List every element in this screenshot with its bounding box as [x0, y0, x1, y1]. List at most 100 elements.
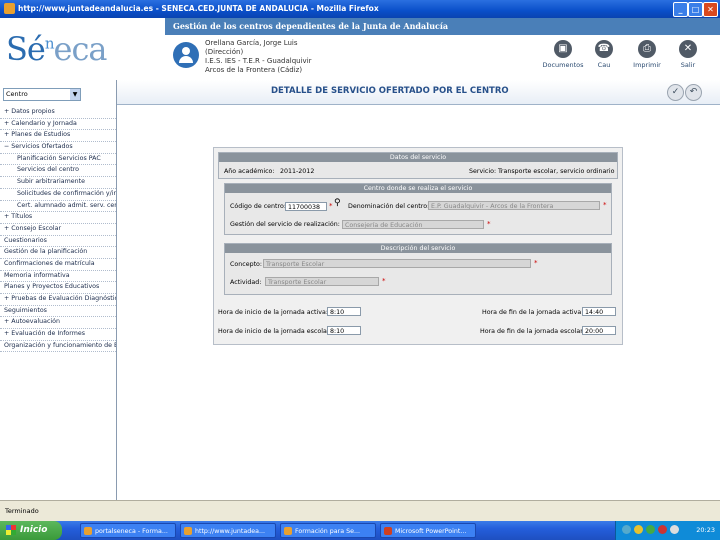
- sidebar-item[interactable]: + Consejo Escolar: [0, 224, 116, 236]
- required-mark: *: [487, 220, 491, 228]
- taskbar-item[interactable]: Microsoft PowerPoint...: [380, 523, 476, 538]
- profile-select[interactable]: Centro ▼: [3, 88, 81, 101]
- sidebar-item[interactable]: Gestión de la planificación: [0, 247, 116, 259]
- sidebar-item[interactable]: + Planes de Estudios: [0, 130, 116, 143]
- documents-button[interactable]: ▣ Documentos: [541, 40, 585, 69]
- status-text: Terminado: [5, 507, 39, 515]
- search-icon[interactable]: ⚲: [334, 198, 341, 208]
- sidebar-item[interactable]: Cuestionarios: [0, 236, 116, 248]
- sidebar-item[interactable]: + Pruebas de Evaluación Diagnóstica: [0, 294, 116, 306]
- chevron-down-icon[interactable]: ▼: [70, 89, 80, 100]
- codigo-label: Código de centro:: [230, 203, 286, 210]
- documents-icon: ▣: [554, 40, 572, 58]
- firefox-icon: [84, 527, 92, 535]
- user-center: I.E.S. IES - T.E.R - Guadalquivir: [205, 57, 312, 65]
- main-content: DETALLE DE SERVICIO OFERTADO POR EL CENT…: [117, 80, 720, 500]
- user-role: (Dirección): [205, 48, 244, 56]
- cau-button[interactable]: ☎ Cau: [582, 40, 626, 69]
- required-mark: *: [329, 202, 333, 210]
- browser-statusbar: Terminado: [0, 500, 720, 522]
- user-avatar-icon: [173, 42, 199, 68]
- accept-icon[interactable]: ✓: [667, 84, 684, 101]
- inicio-escolar-input[interactable]: 8:10: [327, 326, 361, 335]
- sidebar-subitem[interactable]: Servicios del centro: [0, 165, 116, 178]
- app-header: Gestión de los centros dependientes de l…: [0, 18, 720, 80]
- windows-logo-icon: [6, 525, 16, 535]
- exit-button[interactable]: ✕ Salir: [666, 40, 710, 69]
- codigo-input[interactable]: 11700038: [285, 202, 327, 211]
- sidebar-item[interactable]: Memoria informativa: [0, 271, 116, 283]
- minimize-button[interactable]: _: [673, 2, 688, 17]
- inicio-activa-input[interactable]: 8:10: [327, 307, 361, 316]
- section-title: Centro donde se realiza el servicio: [225, 184, 611, 193]
- sidebar: Centro ▼ + Datos propios + Calendario y …: [0, 80, 117, 500]
- window-titlebar: http://www.juntadeandalucia.es - SENECA.…: [0, 0, 720, 18]
- system-tray: 20:23: [615, 521, 720, 540]
- sidebar-item[interactable]: + Datos propios: [0, 107, 116, 119]
- firefox-icon: [184, 527, 192, 535]
- taskbar-item[interactable]: http://www.juntadea...: [180, 523, 276, 538]
- seneca-logo[interactable]: Séneca: [6, 30, 107, 68]
- maximize-button[interactable]: □: [688, 2, 703, 17]
- window-title: http://www.juntadeandalucia.es - SENECA.…: [18, 4, 379, 13]
- anio-label: Año académico:: [224, 168, 275, 175]
- sidebar-subitem[interactable]: Solicitudes de confirmación y/ine: [0, 189, 116, 201]
- folder-icon: [284, 527, 292, 535]
- sidebar-item[interactable]: + Títulos: [0, 212, 116, 224]
- taskbar-item[interactable]: portalseneca - Forma...: [80, 523, 176, 538]
- required-mark: *: [382, 277, 386, 285]
- sidebar-item[interactable]: Seguimientos: [0, 306, 116, 318]
- start-button[interactable]: Inicio: [0, 521, 62, 540]
- taskbar-item[interactable]: Formación para Se...: [280, 523, 376, 538]
- inicio-activa-label: Hora de inicio de la jornada activa:: [218, 309, 328, 316]
- section-title: Descripción del servicio: [225, 244, 611, 253]
- language-icon[interactable]: [622, 525, 631, 534]
- fin-escolar-label: Hora de fin de la jornada escolar:: [480, 328, 585, 335]
- tray-icon[interactable]: [646, 525, 655, 534]
- page-title: DETALLE DE SERVICIO OFERTADO POR EL CENT…: [271, 86, 509, 96]
- inicio-escolar-label: Hora de inicio de la jornada escolar:: [218, 328, 332, 335]
- sidebar-item[interactable]: Confirmaciones de matrícula: [0, 259, 116, 271]
- concepto-input: Transporte Escolar: [263, 259, 531, 268]
- band-title: Gestión de los centros dependientes de l…: [173, 21, 449, 31]
- sidebar-item[interactable]: + Evaluación de Informes: [0, 329, 116, 341]
- clock: 20:23: [696, 526, 715, 534]
- fin-activa-input[interactable]: 14:40: [582, 307, 616, 316]
- required-mark: *: [603, 201, 607, 209]
- windows-taskbar: Inicio portalseneca - Forma... http://ww…: [0, 521, 720, 540]
- volume-icon[interactable]: [670, 525, 679, 534]
- sidebar-subitem[interactable]: Planificación Servicios PAC: [0, 154, 116, 166]
- servicio-label: Servicio:: [469, 168, 497, 175]
- gestion-select: Consejería de Educación: [342, 220, 484, 229]
- sidebar-subitem[interactable]: Cert. alumnado admit. serv. certi: [0, 201, 116, 213]
- sidebar-item[interactable]: + Calendario y Jornada: [0, 119, 116, 131]
- servicio-value: Transporte escolar, servicio ordinario: [498, 168, 615, 175]
- user-location: Arcos de la Frontera (Cádiz): [205, 66, 303, 74]
- sidebar-item[interactable]: Planes y Proyectos Educativos: [0, 282, 116, 294]
- sidebar-menu: + Datos propios + Calendario y Jornada +…: [0, 107, 116, 353]
- page-title-bar: DETALLE DE SERVICIO OFERTADO POR EL CENT…: [117, 80, 720, 105]
- gestion-label: Gestión del servicio de realización:: [230, 221, 340, 228]
- concepto-label: Concepto:: [230, 261, 263, 268]
- required-mark: *: [534, 259, 538, 267]
- fin-escolar-input[interactable]: 20:00: [582, 326, 616, 335]
- user-info: Orellana García, Jorge Luis (Dirección) …: [205, 39, 312, 75]
- denominacion-label: Denominación del centro:: [348, 203, 430, 210]
- sidebar-item[interactable]: − Servicios Ofertados: [0, 142, 116, 154]
- powerpoint-icon: [384, 527, 392, 535]
- print-button[interactable]: ⎙ Imprimir: [625, 40, 669, 69]
- actividad-input: Transporte Escolar: [265, 277, 379, 286]
- denominacion-input: E.P. Guadalquivir - Arcos de la Frontera: [428, 201, 600, 210]
- section-title: Datos del servicio: [219, 153, 617, 162]
- tray-icon[interactable]: [634, 525, 643, 534]
- sidebar-subitem[interactable]: Subir arbitrariamente: [0, 177, 116, 189]
- firefox-icon: [4, 3, 15, 14]
- actividad-label: Actividad:: [230, 279, 262, 286]
- sidebar-item[interactable]: Organización y funcionamiento de ED: [0, 341, 116, 353]
- fin-activa-label: Hora de fin de la jornada activa:: [482, 309, 584, 316]
- sidebar-item[interactable]: + Autoevaluación: [0, 317, 116, 330]
- tray-icon[interactable]: [658, 525, 667, 534]
- section-description: Descripción del servicio: [224, 243, 612, 295]
- back-icon[interactable]: ↶: [685, 84, 702, 101]
- close-window-button[interactable]: ✕: [703, 2, 718, 17]
